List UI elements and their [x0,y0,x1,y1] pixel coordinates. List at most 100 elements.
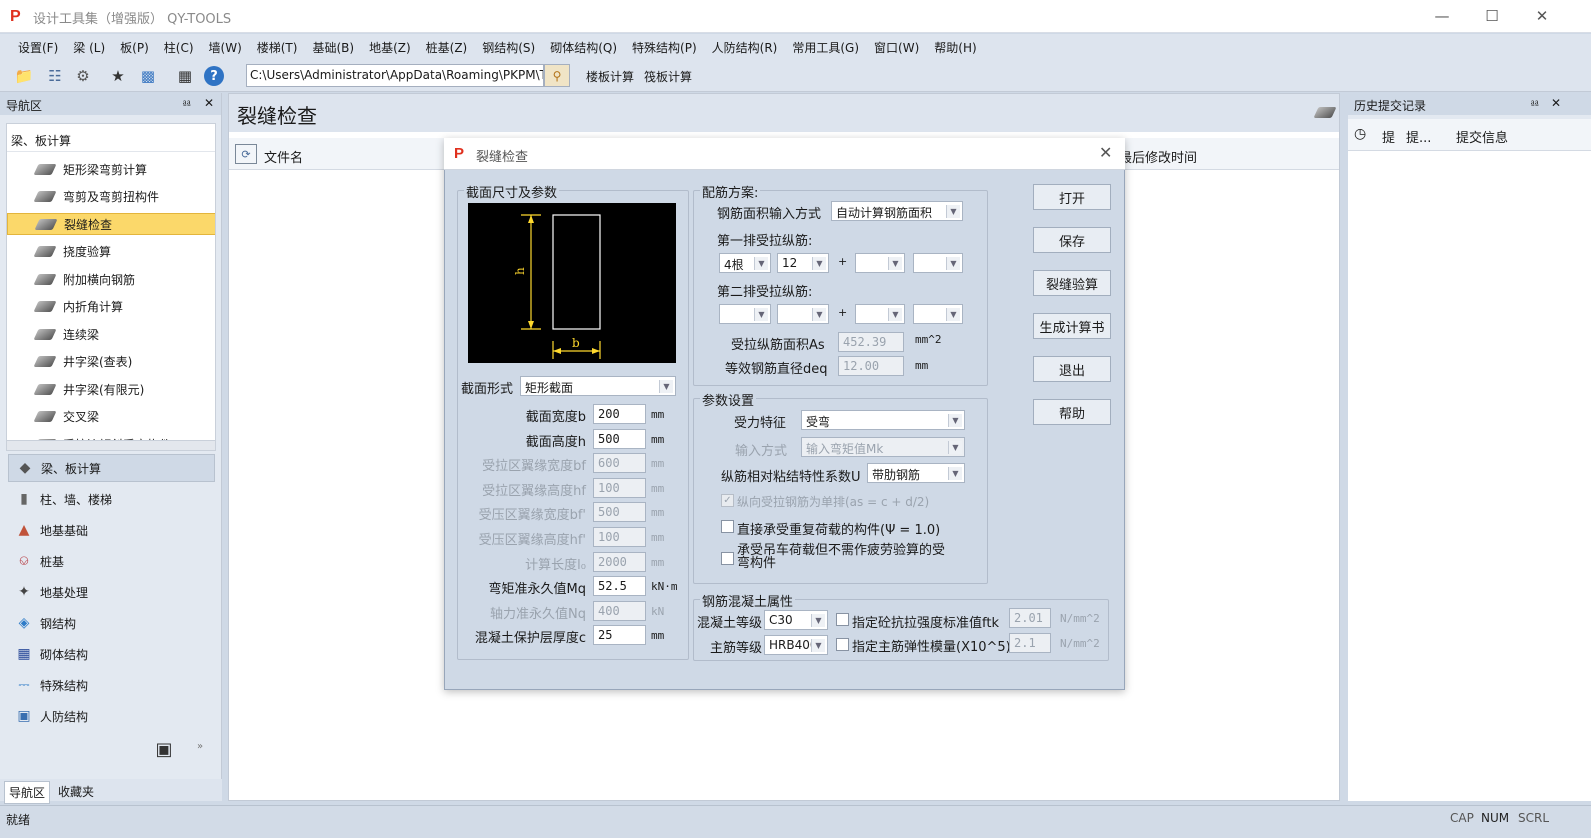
dialog-close-icon[interactable]: ✕ [1099,143,1112,162]
concrete-grade-select[interactable]: C30 ▼ [764,610,828,630]
repeated-load-checkbox[interactable] [721,520,734,533]
param-input-9[interactable]: 25 [593,625,646,646]
nav-category-4[interactable]: ✦ 地基处理 [8,578,215,606]
menu-item-2[interactable]: 板(P) [120,39,149,56]
star-icon[interactable]: ★ [108,66,128,86]
more-icon[interactable]: » [197,741,203,752]
nav-tree-item-label: 井字梁(查表) [63,355,133,369]
gear-icon[interactable]: ⚙ [73,66,93,86]
nav-category-8[interactable]: ▣ 人防结构 [8,702,215,730]
minimize-icon[interactable]: — [1432,6,1452,26]
tab-favorites[interactable]: 收藏夹 [58,783,94,800]
param-input-1[interactable]: 500 [593,428,646,449]
help-icon[interactable]: ? [204,66,224,86]
nav-tree-item-label: 井字梁(有限元) [63,382,145,397]
dialog-button-4[interactable]: 退出 [1033,356,1111,382]
nav-tree-item-0[interactable]: 矩形梁弯剪计算 [33,158,147,180]
row2-select-3[interactable]: ▼ [913,304,963,324]
nav-tree-item-8[interactable]: 井字梁(有限元) [33,378,145,400]
diamond-icon[interactable] [1313,104,1337,120]
menu-item-14[interactable]: 窗口(W) [874,39,919,56]
dialog-button-2[interactable]: 裂缝验算 [1033,270,1111,296]
menu-item-10[interactable]: 砌体结构(Q) [550,39,617,56]
calculator-icon[interactable]: ▦ [175,66,195,86]
rebar-input-select[interactable]: 自动计算钢筋面积 ▼ [831,201,963,221]
row2-select-0[interactable]: ▼ [719,304,771,324]
nav-category-3[interactable]: ⎉ 桩基 [8,547,215,575]
history-col-3[interactable]: 提交信息 [1456,127,1508,146]
menu-item-7[interactable]: 地基(Z) [369,39,411,56]
menu-item-9[interactable]: 钢结构(S) [482,39,535,56]
menu-item-0[interactable]: 设置(F) [18,39,58,56]
open-folder-icon[interactable]: 📁 [14,66,34,86]
dialog-button-1[interactable]: 保存 [1033,227,1111,253]
pin-icon[interactable]: ⎂ [1530,96,1540,111]
row2-select-2[interactable]: ▼ [855,304,905,324]
nav-group-header[interactable]: 梁、板计算 [7,124,215,152]
pin-icon[interactable]: ⎂ [182,96,192,111]
dialog-button-3[interactable]: 生成计算书 [1033,313,1111,339]
col-file-name[interactable]: 文件名 [264,147,303,166]
nav-category-6[interactable]: ▦ 砌体结构 [8,640,215,668]
menu-item-13[interactable]: 常用工具(G) [792,39,859,56]
ftk-checkbox[interactable] [836,613,849,626]
maximize-icon[interactable]: ☐ [1482,6,1502,26]
tab-navigation[interactable]: 导航区 [4,781,51,804]
steel-grade-select[interactable]: HRB400 ▼ [764,635,828,655]
dialog-button-5[interactable]: 帮助 [1033,399,1111,425]
param-input-7[interactable]: 52.5 [593,576,646,597]
close-icon[interactable]: ✕ [1532,6,1552,26]
bond-select[interactable]: 带肋钢筋 ▼ [867,463,965,483]
refresh-icon[interactable]: ⟳ [235,144,257,164]
nav-category-0[interactable]: ◆ 梁、板计算 [8,454,215,482]
force-select[interactable]: 受弯 ▼ [801,410,965,430]
close-panel-icon[interactable]: ✕ [1551,96,1561,110]
col-modified-time[interactable]: 最后修改时间 [1119,147,1197,166]
nav-tree-item-2[interactable]: 裂缝检查 [7,213,215,235]
tree-icon[interactable]: ☷ [45,66,65,86]
nav-tree-scrollbar[interactable] [7,440,215,450]
raft-slab-calc-button[interactable]: 筏板计算 [644,68,692,85]
nav-tree-item-6[interactable]: 连续梁 [33,323,99,345]
menu-item-6[interactable]: 基础(B) [312,39,354,56]
menu-item-5[interactable]: 楼梯(T) [257,39,298,56]
menu-item-12[interactable]: 人防结构(R) [712,39,778,56]
menu-item-4[interactable]: 墙(W) [209,39,242,56]
menu-item-15[interactable]: 帮助(H) [934,39,976,56]
history-col-2[interactable]: 提... [1406,127,1431,146]
nav-tree-item-1[interactable]: 弯剪及弯剪扭构件 [33,186,159,208]
history-col-1[interactable]: 提 [1382,127,1395,146]
floor-slab-calc-button[interactable]: 楼板计算 [586,68,634,85]
nav-tree-item-4[interactable]: 附加横向钢筋 [33,268,135,290]
nav-category-5[interactable]: ◈ 钢结构 [8,609,215,637]
nav-tree-item-5[interactable]: 内折角计算 [33,296,123,318]
path-input[interactable]: C:\Users\Administrator\AppData\Roaming\P… [246,64,544,87]
search-icon[interactable]: ⚲ [544,64,570,87]
menu-item-8[interactable]: 桩基(Z) [426,39,468,56]
row1-select-3[interactable]: ▼ [913,253,963,273]
section-form-select[interactable]: 矩形截面 ▼ [520,376,676,396]
close-panel-icon[interactable]: ✕ [204,96,214,110]
param-input-0[interactable]: 200 [593,404,646,424]
nav-tree-item-9[interactable]: 交叉梁 [33,406,99,428]
nav-category-label: 砌体结构 [40,647,89,662]
input-mode-select: 输入弯矩值Mk ▼ [801,437,965,457]
nav-category-1[interactable]: ▮ 柱、墙、楼梯 [8,485,215,513]
expand-icon[interactable]: ▣ [152,737,176,761]
nav-category-7[interactable]: ⎓ 特殊结构 [8,671,215,699]
es-unit: N/mm^2 [1060,637,1100,650]
row2-select-1[interactable]: ▼ [777,304,829,324]
menu-item-11[interactable]: 特殊结构(P) [632,39,697,56]
nav-tree-item-7[interactable]: 井字梁(查表) [33,351,133,373]
row1-select-0[interactable]: 4根 ▼ [719,253,771,273]
row1-select-2[interactable]: ▼ [855,253,905,273]
nav-tree-item-3[interactable]: 挠度验算 [33,241,111,263]
nav-category-2[interactable]: ▲ 地基基础 [8,516,215,544]
es-checkbox[interactable] [836,638,849,651]
image-icon[interactable]: ▩ [138,66,158,86]
dialog-button-0[interactable]: 打开 [1033,184,1111,210]
menu-item-1[interactable]: 梁 (L) [73,39,105,56]
menu-item-3[interactable]: 柱(C) [164,39,194,56]
crane-load-checkbox[interactable] [721,552,734,565]
row1-select-1[interactable]: 12 ▼ [777,253,829,273]
